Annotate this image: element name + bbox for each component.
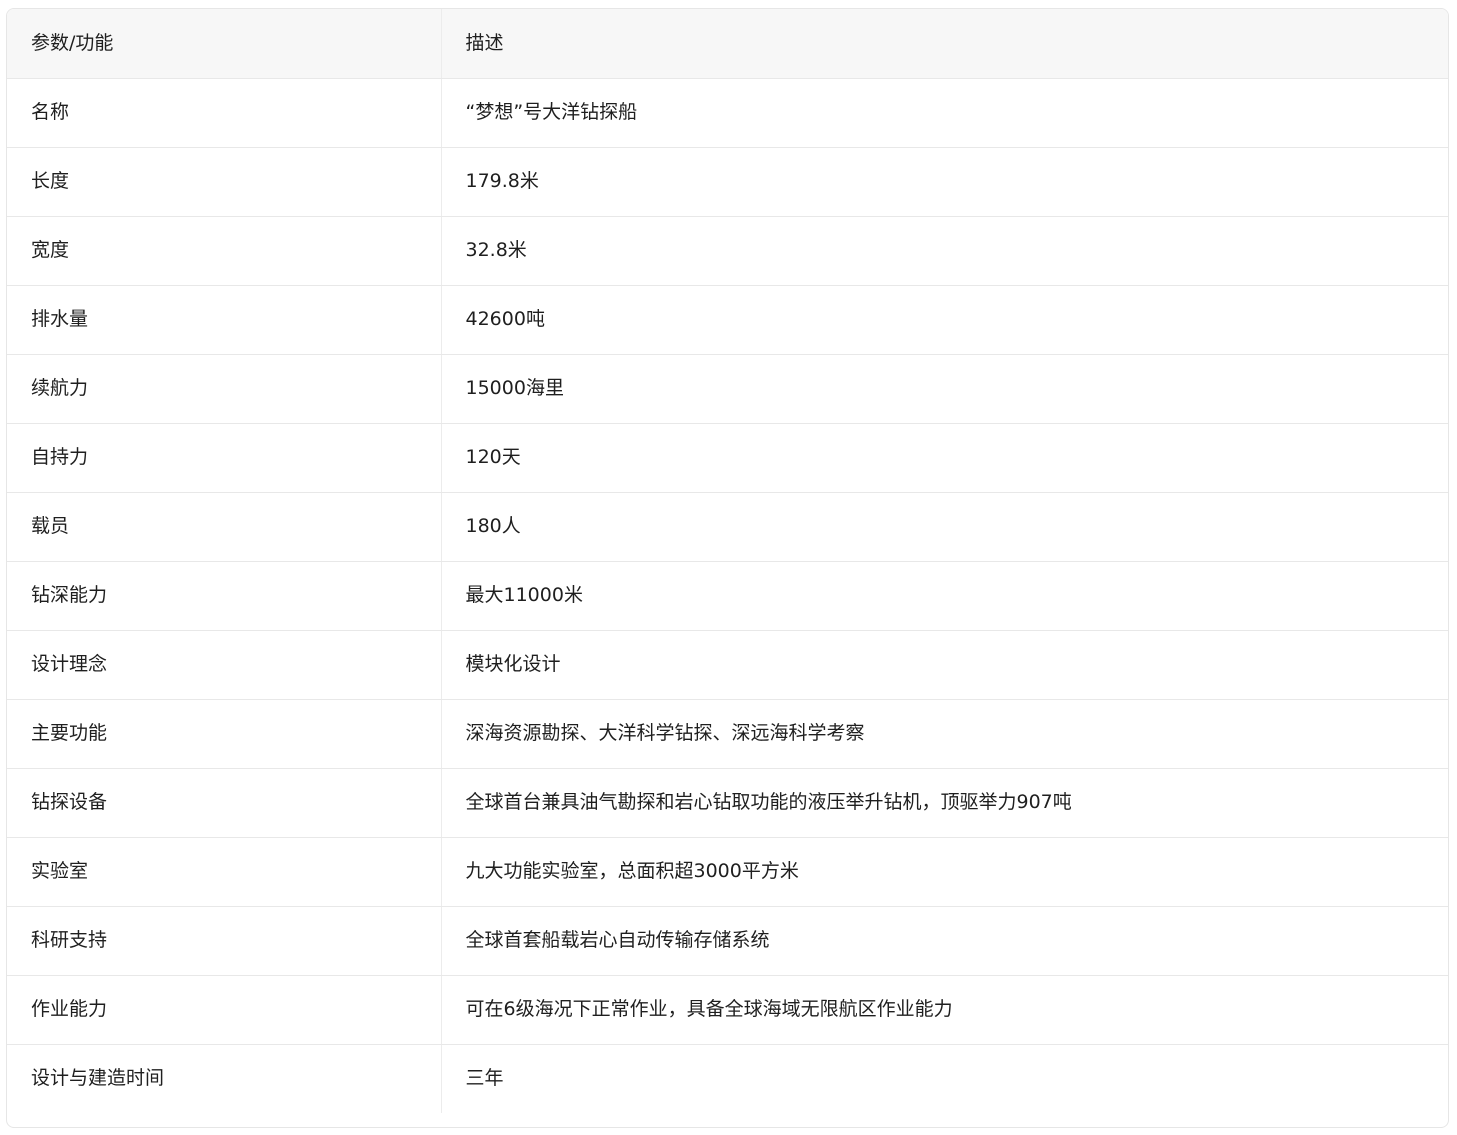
header-description: 描述 — [441, 9, 1448, 79]
param-cell: 设计理念 — [7, 630, 442, 700]
header-row: 参数/功能 描述 — [7, 9, 1448, 79]
table-row: 钻深能力 最大11000米 — [7, 561, 1448, 631]
spec-table: 参数/功能 描述 名称 “梦想”号大洋钻探船 长度 179.8米 宽度 32.8… — [7, 9, 1448, 1113]
table-row: 主要功能 深海资源勘探、大洋科学钻探、深远海科学考察 — [7, 699, 1448, 769]
table-row: 宽度 32.8米 — [7, 216, 1448, 286]
description-cell: 180人 — [441, 492, 1448, 562]
table-row: 实验室 九大功能实验室，总面积超3000平方米 — [7, 837, 1448, 907]
description-cell: 最大11000米 — [441, 561, 1448, 631]
table-row: 续航力 15000海里 — [7, 354, 1448, 424]
table-row: 作业能力 可在6级海况下正常作业，具备全球海域无限航区作业能力 — [7, 975, 1448, 1045]
description-cell: 120天 — [441, 423, 1448, 493]
table-row: 载员 180人 — [7, 492, 1448, 562]
description-cell: 42600吨 — [441, 285, 1448, 355]
description-cell: 32.8米 — [441, 216, 1448, 286]
table-row: 长度 179.8米 — [7, 147, 1448, 217]
param-cell: 主要功能 — [7, 699, 442, 769]
description-cell: 全球首套船载岩心自动传输存储系统 — [441, 906, 1448, 976]
table-row: 设计与建造时间 三年 — [7, 1044, 1448, 1113]
table-row: 排水量 42600吨 — [7, 285, 1448, 355]
table-row: 设计理念 模块化设计 — [7, 630, 1448, 700]
table-row: 自持力 120天 — [7, 423, 1448, 493]
param-cell: 载员 — [7, 492, 442, 562]
param-cell: 作业能力 — [7, 975, 442, 1045]
description-cell: “梦想”号大洋钻探船 — [441, 78, 1448, 148]
table-row: 科研支持 全球首套船载岩心自动传输存储系统 — [7, 906, 1448, 976]
description-cell: 三年 — [465, 1067, 504, 1090]
param-cell: 排水量 — [7, 285, 442, 355]
param-cell: 设计与建造时间 — [7, 1044, 442, 1113]
param-cell: 科研支持 — [7, 906, 442, 976]
description-cell: 深海资源勘探、大洋科学钻探、深远海科学考察 — [441, 699, 1448, 769]
description-cell: 九大功能实验室，总面积超3000平方米 — [441, 837, 1448, 907]
table-row: 钻探设备 全球首台兼具油气勘探和岩心钻取功能的液压举升钻机，顶驱举力907吨 — [7, 768, 1448, 838]
table-row: 名称 “梦想”号大洋钻探船 — [7, 78, 1448, 148]
param-cell: 钻深能力 — [7, 561, 442, 631]
param-cell: 长度 — [7, 147, 442, 217]
param-cell: 自持力 — [7, 423, 442, 493]
description-cell: 15000海里 — [441, 354, 1448, 424]
table-header: 参数/功能 描述 — [7, 9, 1448, 79]
description-cell: 179.8米 — [441, 147, 1448, 217]
param-cell: 续航力 — [7, 354, 442, 424]
param-cell: 名称 — [7, 78, 442, 148]
param-cell: 实验室 — [7, 837, 442, 907]
param-cell: 宽度 — [7, 216, 442, 286]
header-param: 参数/功能 — [7, 9, 442, 79]
description-cell: 可在6级海况下正常作业，具备全球海域无限航区作业能力 — [441, 975, 1448, 1045]
description-cell: 全球首台兼具油气勘探和岩心钻取功能的液压举升钻机，顶驱举力907吨 — [441, 768, 1448, 838]
param-cell: 钻探设备 — [7, 768, 442, 838]
spec-table-container: 参数/功能 描述 名称 “梦想”号大洋钻探船 长度 179.8米 宽度 32.8… — [6, 8, 1449, 1128]
table-body: 名称 “梦想”号大洋钻探船 长度 179.8米 宽度 32.8米 排水量 426… — [7, 78, 1448, 1113]
description-cell: 模块化设计 — [441, 630, 1448, 700]
